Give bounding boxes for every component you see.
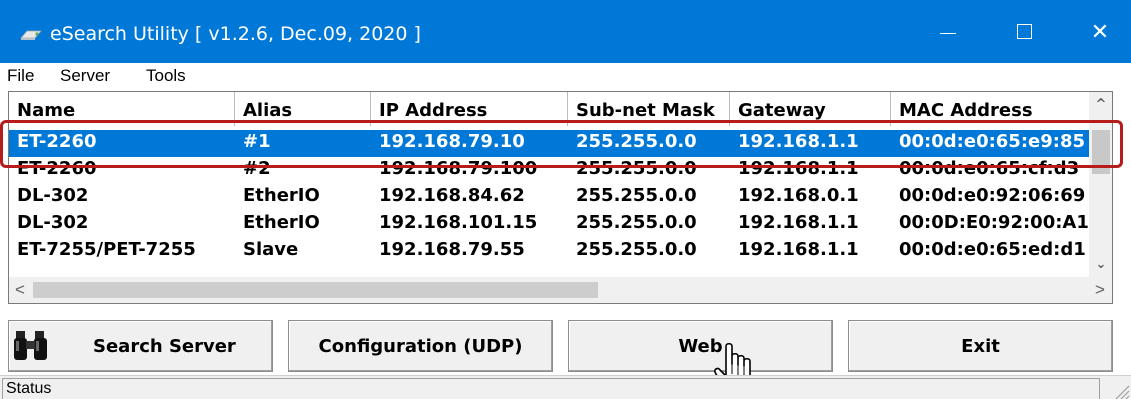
configuration-udp-button[interactable]: Configuration (UDP) bbox=[288, 320, 553, 372]
table-row[interactable]: ET-7255/PET-7255 Slave 192.168.79.55 255… bbox=[9, 238, 1089, 265]
cell-ip: 192.168.84.62 bbox=[379, 185, 525, 206]
cell-name: DL-302 bbox=[17, 212, 89, 233]
cell-mac: 00:0d:e0:65:ed:d1 bbox=[899, 239, 1086, 260]
status-text: Status bbox=[2, 378, 1100, 399]
cell-mac: 00:0D:E0:92:00:A1 bbox=[899, 212, 1089, 233]
cell-alias: Slave bbox=[243, 239, 299, 260]
minimize-icon bbox=[940, 32, 956, 35]
cell-gateway: 192.168.0.1 bbox=[738, 185, 859, 206]
cell-alias: EtherIO bbox=[243, 185, 320, 206]
close-button[interactable]: ✕ bbox=[1072, 0, 1128, 63]
cell-alias: EtherIO bbox=[243, 212, 320, 233]
selection-highlight-frame bbox=[0, 120, 1123, 168]
cell-subnet: 255.255.0.0 bbox=[576, 239, 697, 260]
binoculars-icon bbox=[14, 331, 47, 360]
cell-name: DL-302 bbox=[17, 185, 89, 206]
scroll-left-icon[interactable]: < bbox=[9, 277, 31, 303]
exit-button[interactable]: Exit bbox=[848, 320, 1113, 372]
maximize-button[interactable] bbox=[996, 0, 1052, 63]
cell-ip: 192.168.79.55 bbox=[379, 239, 525, 260]
maximize-icon bbox=[1016, 24, 1032, 39]
horizontal-scroll-thumb[interactable] bbox=[33, 282, 598, 298]
window-title: eSearch Utility [ v1.2.6, Dec.09, 2020 ] bbox=[50, 23, 421, 45]
configuration-udp-label: Configuration (UDP) bbox=[318, 335, 523, 357]
horizontal-scrollbar[interactable]: < > bbox=[9, 277, 1112, 303]
title-bar: eSearch Utility [ v1.2.6, Dec.09, 2020 ]… bbox=[0, 0, 1131, 63]
menu-bar: File Server Tools bbox=[0, 63, 1131, 91]
exit-label: Exit bbox=[961, 335, 1000, 357]
cell-subnet: 255.255.0.0 bbox=[576, 212, 697, 233]
menu-server[interactable]: Server bbox=[60, 66, 110, 86]
close-icon: ✕ bbox=[1090, 18, 1110, 44]
minimize-button[interactable] bbox=[920, 0, 976, 63]
menu-tools[interactable]: Tools bbox=[146, 66, 186, 86]
search-server-label: Search Server bbox=[93, 335, 236, 357]
scroll-up-icon[interactable]: ^ bbox=[1089, 94, 1112, 114]
cell-subnet: 255.255.0.0 bbox=[576, 185, 697, 206]
cell-ip: 192.168.101.15 bbox=[379, 212, 538, 233]
cell-gateway: 192.168.1.1 bbox=[738, 239, 859, 260]
table-row[interactable]: DL-302 EtherIO 192.168.101.15 255.255.0.… bbox=[9, 211, 1089, 238]
cell-gateway: 192.168.1.1 bbox=[738, 212, 859, 233]
network-card-icon bbox=[20, 30, 42, 40]
cell-mac: 00:0d:e0:92:06:69 bbox=[899, 185, 1086, 206]
search-server-button[interactable]: Search Server bbox=[8, 320, 273, 372]
resize-grip-icon[interactable] bbox=[1110, 382, 1130, 399]
scroll-down-icon[interactable]: ⌄ bbox=[1089, 254, 1112, 274]
status-bar: Status bbox=[0, 375, 1131, 399]
cell-name: ET-7255/PET-7255 bbox=[17, 239, 196, 260]
table-row[interactable]: DL-302 EtherIO 192.168.84.62 255.255.0.0… bbox=[9, 184, 1089, 211]
web-button[interactable]: Web bbox=[568, 320, 833, 372]
scroll-right-icon[interactable]: > bbox=[1089, 277, 1111, 303]
menu-file[interactable]: File bbox=[7, 66, 34, 86]
